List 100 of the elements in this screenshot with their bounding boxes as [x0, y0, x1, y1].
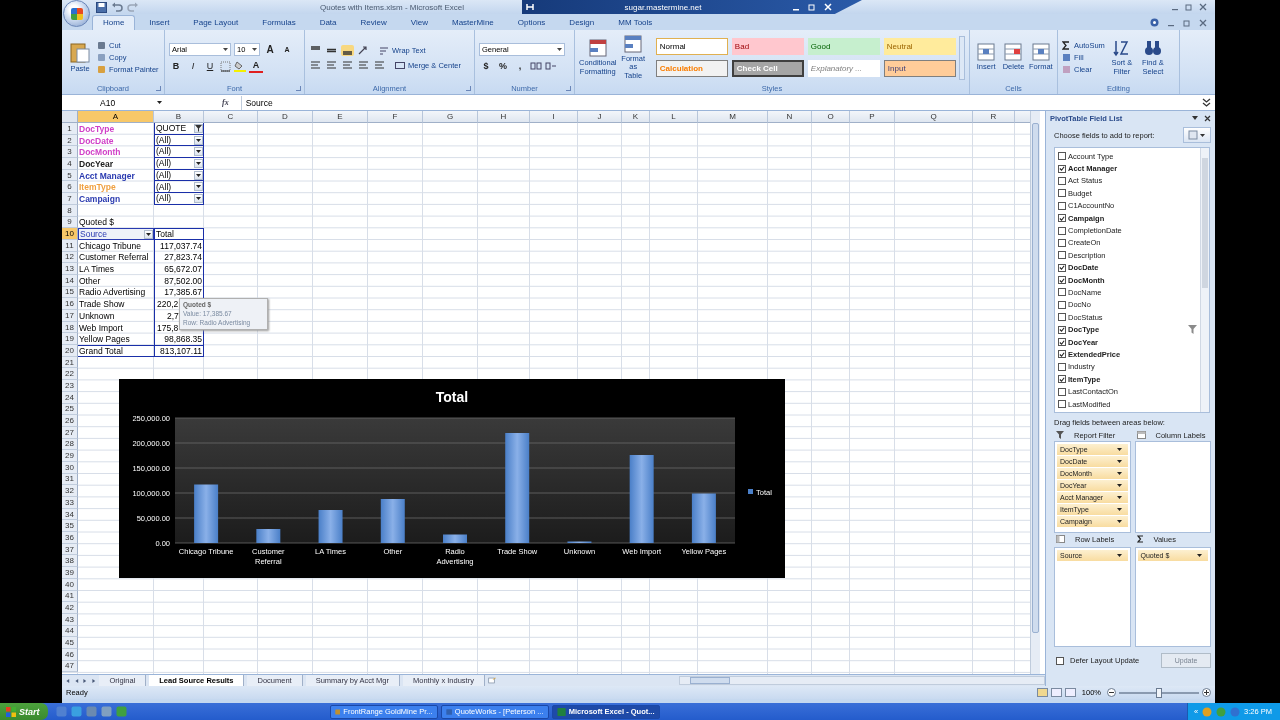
checkbox[interactable]: [1058, 164, 1066, 173]
dropdown-button[interactable]: [194, 147, 203, 157]
close-icon[interactable]: [1199, 3, 1207, 11]
increase-decimal-icon[interactable]: [530, 60, 542, 72]
ribbon-tab[interactable]: Insert: [139, 15, 180, 30]
checkbox[interactable]: [1058, 251, 1066, 260]
cell-style-option[interactable]: Explanatory ...: [807, 60, 880, 77]
row-header[interactable]: 29: [62, 450, 78, 462]
align-icon[interactable]: [341, 44, 354, 56]
horizontal-scrollbar[interactable]: [679, 676, 1045, 685]
caret-icon[interactable]: [1192, 116, 1198, 120]
view-icon[interactable]: [1064, 688, 1076, 697]
dropdown-button[interactable]: [144, 229, 153, 239]
row-header[interactable]: 16: [62, 298, 78, 310]
ribbon-tab[interactable]: Review: [350, 15, 397, 30]
checkbox[interactable]: [1058, 375, 1066, 384]
row-header[interactable]: 26: [62, 415, 78, 427]
orientation-icon[interactable]: [357, 44, 370, 56]
checkbox[interactable]: [1058, 214, 1066, 223]
number-format-button[interactable]: $: [479, 59, 493, 73]
help-icon[interactable]: [1150, 18, 1159, 27]
dialog-launcher-icon[interactable]: [296, 86, 301, 91]
checkbox[interactable]: [1058, 201, 1066, 210]
fill-color-icon[interactable]: [234, 60, 246, 72]
dropdown-button[interactable]: [194, 158, 203, 168]
checkbox[interactable]: [1058, 387, 1066, 396]
ribbon-tab[interactable]: Page Layout: [183, 15, 249, 30]
checkbox[interactable]: [1058, 338, 1066, 347]
row-header[interactable]: 32: [62, 485, 78, 497]
dropdown-button[interactable]: [194, 170, 203, 180]
row-header[interactable]: 6: [62, 181, 78, 194]
number-format-button[interactable]: %: [496, 59, 510, 73]
gallery-scrollbar[interactable]: [958, 35, 965, 80]
checkbox[interactable]: [1058, 152, 1066, 161]
row-header[interactable]: 7: [62, 193, 78, 205]
zoom-slider-thumb[interactable]: [1156, 687, 1162, 698]
checkbox[interactable]: [1058, 362, 1066, 371]
column-header[interactable]: A: [78, 111, 154, 123]
checkbox[interactable]: [1058, 400, 1066, 408]
pin-icon[interactable]: [526, 3, 534, 11]
dropdown-button[interactable]: [194, 182, 203, 192]
row-header[interactable]: 10: [62, 228, 78, 240]
dropdown-button[interactable]: [194, 193, 203, 203]
dialog-launcher-icon[interactable]: [156, 86, 161, 91]
ribbon-tab[interactable]: Data: [309, 15, 347, 30]
zoom-out-icon[interactable]: [1107, 688, 1116, 697]
row-header[interactable]: 39: [62, 567, 78, 579]
checkbox[interactable]: [1058, 238, 1066, 247]
cell-style-option[interactable]: Neutral: [883, 38, 956, 55]
row-header[interactable]: 20: [62, 345, 78, 357]
cell-style-option[interactable]: Normal: [655, 38, 728, 55]
checkbox[interactable]: [1058, 276, 1066, 285]
undo-icon[interactable]: [111, 2, 123, 12]
close-icon[interactable]: [1204, 114, 1211, 122]
dropdown-button[interactable]: [194, 135, 203, 145]
cell-style-option[interactable]: Input: [883, 60, 956, 77]
row-header[interactable]: 35: [62, 520, 78, 533]
checkbox[interactable]: [1058, 350, 1066, 359]
row-header[interactable]: 13: [62, 263, 78, 275]
row-header[interactable]: 4: [62, 158, 78, 170]
start-button[interactable]: Start: [0, 703, 48, 720]
checkbox[interactable]: [1056, 656, 1064, 665]
zoom-in-icon[interactable]: [1202, 688, 1211, 697]
checkbox[interactable]: [1058, 226, 1066, 235]
view-icon[interactable]: [1050, 688, 1062, 697]
checkbox[interactable]: [1058, 263, 1066, 272]
row-header[interactable]: 19: [62, 333, 78, 346]
number-format-button[interactable]: ,: [513, 59, 527, 73]
checkbox[interactable]: [1058, 176, 1066, 185]
row-header[interactable]: 45: [62, 637, 78, 649]
row-header[interactable]: 38: [62, 555, 78, 568]
ribbon-tab[interactable]: Design: [559, 15, 605, 30]
grow-font-button[interactable]: A: [263, 42, 277, 56]
checkbox[interactable]: [1058, 313, 1066, 322]
ribbon-tab[interactable]: Options: [507, 15, 556, 30]
decrease-decimal-icon[interactable]: [545, 60, 557, 72]
borders-icon[interactable]: [220, 60, 231, 72]
font-color-button[interactable]: A: [249, 59, 263, 73]
checkbox[interactable]: [1058, 325, 1066, 334]
row-header[interactable]: 3: [62, 146, 78, 159]
list-scrollbar[interactable]: [1200, 148, 1209, 412]
row-header[interactable]: 1: [62, 123, 78, 135]
expand-icon[interactable]: [1202, 98, 1211, 107]
font-style-button[interactable]: I: [186, 59, 200, 73]
font-style-button[interactable]: U: [203, 59, 217, 73]
row-header[interactable]: 17: [62, 310, 78, 322]
dialog-launcher-icon[interactable]: [466, 86, 471, 91]
vertical-scrollbar[interactable]: [1030, 111, 1040, 674]
cell-style-option[interactable]: Good: [807, 38, 880, 55]
row-header[interactable]: 22: [62, 368, 78, 381]
row-header[interactable]: 42: [62, 602, 78, 614]
ribbon-tab[interactable]: View: [400, 15, 438, 30]
view-icon[interactable]: [1036, 688, 1048, 697]
row-header[interactable]: 23: [62, 380, 78, 392]
formula-field[interactable]: Source: [240, 95, 1196, 110]
ribbon-tab[interactable]: Home: [92, 15, 136, 30]
save-icon[interactable]: [96, 1, 107, 13]
font-style-button[interactable]: B: [169, 59, 183, 73]
layout-button[interactable]: [1183, 127, 1211, 143]
ribbon-tab[interactable]: MM Tools: [608, 15, 663, 30]
